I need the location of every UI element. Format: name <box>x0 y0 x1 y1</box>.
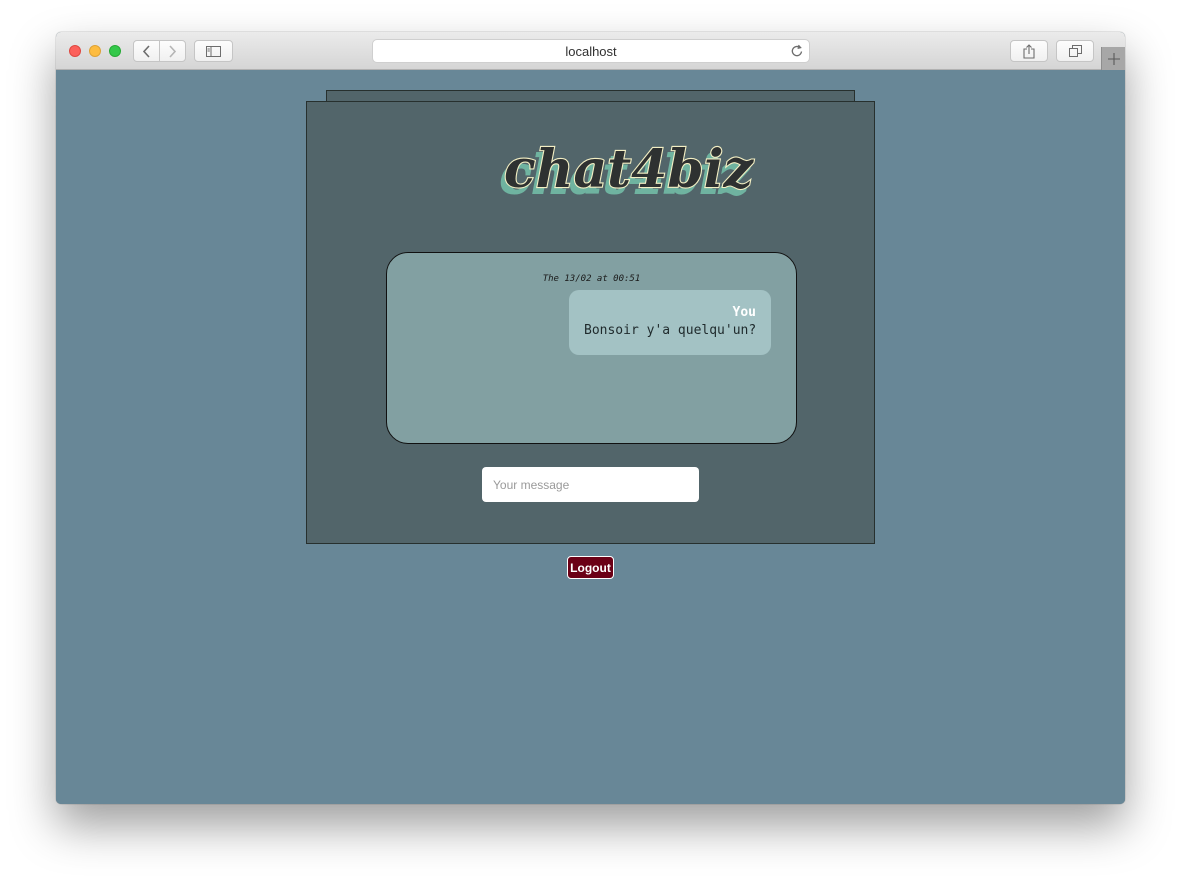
close-window-button[interactable] <box>69 45 81 57</box>
chat4biz-logo: chat4biz chat4biz <box>499 138 756 207</box>
message-bubble: You Bonsoir y'a quelqu'un? <box>569 290 771 355</box>
tab-overview-button[interactable] <box>1056 40 1094 62</box>
chat-panel: chat4biz chat4biz The 13/02 at 00:51 You… <box>306 101 875 544</box>
share-button[interactable] <box>1010 40 1048 62</box>
app-logo: chat4biz chat4biz <box>307 130 874 207</box>
tabs-overview-icon <box>1068 45 1082 57</box>
minimize-window-button[interactable] <box>89 45 101 57</box>
chevron-right-icon <box>169 44 177 58</box>
svg-text:chat4biz: chat4biz <box>504 139 754 200</box>
page-content: chat4biz chat4biz The 13/02 at 00:51 You… <box>56 70 1125 804</box>
message-timestamp: The 13/02 at 00:51 <box>542 274 641 284</box>
sidebar-icon <box>206 45 221 57</box>
url-text: localhost <box>565 44 617 59</box>
back-button[interactable] <box>133 40 160 62</box>
forward-button[interactable] <box>159 40 186 62</box>
reload-icon[interactable] <box>790 44 804 58</box>
browser-toolbar: localhost <box>56 32 1125 70</box>
chevron-left-icon <box>142 44 150 58</box>
plus-icon <box>1108 52 1120 65</box>
message-sender: You <box>732 305 756 320</box>
message-list[interactable]: The 13/02 at 00:51 You Bonsoir y'a quelq… <box>386 252 797 444</box>
share-icon <box>1023 43 1035 59</box>
address-bar[interactable]: localhost <box>372 39 810 63</box>
browser-window: localhost chat4biz chat4biz The 13/02 at… <box>56 32 1125 804</box>
message-input[interactable] <box>482 467 699 502</box>
sidebar-toggle-button[interactable] <box>194 40 233 62</box>
logout-button[interactable]: Logout <box>567 556 614 579</box>
new-tab-button[interactable] <box>1101 47 1125 70</box>
message-text: Bonsoir y'a quelqu'un? <box>584 323 757 338</box>
zoom-window-button[interactable] <box>109 45 121 57</box>
